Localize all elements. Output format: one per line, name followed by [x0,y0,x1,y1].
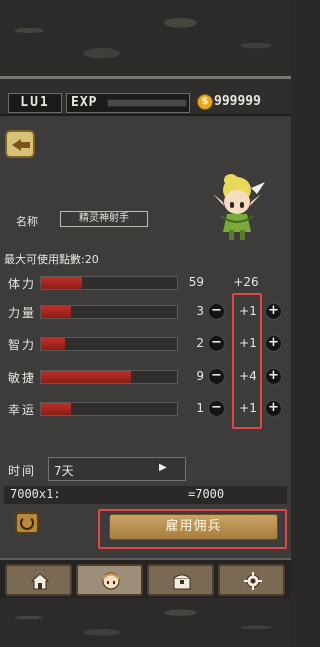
character-face-icon [102,572,120,590]
decrease-luck-button[interactable]: − [208,400,225,417]
chest-icon [173,574,191,590]
stone-background-bottom [0,598,291,647]
stat-fill [41,277,82,289]
bottom-tab-bar [0,558,291,598]
decrease-agility-button[interactable]: − [208,368,225,385]
points-available: 最大可使用點數:20 [4,253,99,266]
exp-bar [107,99,187,107]
stat-fill [41,306,71,318]
play-arrow-icon: ▶ [159,462,167,473]
increase-luck-button[interactable]: + [265,400,282,417]
stat-value: 9 [196,369,204,383]
increase-agility-button[interactable]: + [265,368,282,385]
stat-value: 3 [196,304,204,318]
status-bar: LU1 EXP $ 999999 [0,76,291,116]
duration-value: 7天 [54,464,74,478]
back-button[interactable] [5,130,35,158]
exp-label: EXP [71,95,98,110]
stat-name: 幸运 [8,403,37,417]
elf-archer-sprite [213,174,265,240]
stat-name: 力量 [8,306,37,320]
stat-bar [40,370,178,384]
stat-value: 1 [196,401,204,415]
stat-fill [41,371,131,383]
cost-formula: 7000x1: [10,487,61,501]
decrease-strength-button[interactable]: − [208,303,225,320]
name-label: 名称 [16,215,38,228]
gold-amount: 999999 [214,94,261,109]
stat-fill [41,403,71,415]
time-label: 时间 [8,464,37,478]
stat-name: 智力 [8,338,37,352]
cost-total: =7000 [188,487,225,501]
tab-home[interactable] [5,564,72,596]
stat-bar [40,305,178,319]
stat-value: 2 [196,336,204,350]
hire-mercenary-button[interactable]: 雇用佣兵 [109,514,278,540]
decrease-intelligence-button[interactable]: − [208,335,225,352]
stat-bar [40,337,178,351]
stat-bar [40,276,178,290]
cost-row: 7000x1: =7000 [4,486,287,504]
character-name: 精灵神射手 [60,211,148,227]
home-icon [30,573,50,590]
tab-settings[interactable] [218,564,285,596]
increase-strength-button[interactable]: + [265,303,282,320]
coin-icon: $ [197,94,213,110]
bonus-highlight-box [232,293,262,429]
tab-mercenary[interactable] [76,564,143,596]
stat-fill [41,338,66,350]
stat-bonus: +26 [233,275,259,289]
exp-panel: EXP [66,93,190,113]
stat-value: 59 [188,275,204,289]
tab-inventory[interactable] [147,564,214,596]
stat-name: 体力 [8,277,37,291]
level-badge: LU1 [8,93,62,113]
stone-background-top [0,0,291,76]
stat-name: 敏捷 [8,371,37,385]
refresh-icon [20,516,34,530]
duration-select[interactable]: 7天 ▶ [48,457,186,481]
increase-intelligence-button[interactable]: + [265,335,282,352]
gear-icon [244,572,262,590]
stat-row-stamina: 体力 59 +26 [0,272,291,294]
refresh-button[interactable] [15,512,39,534]
stat-bar [40,402,178,416]
